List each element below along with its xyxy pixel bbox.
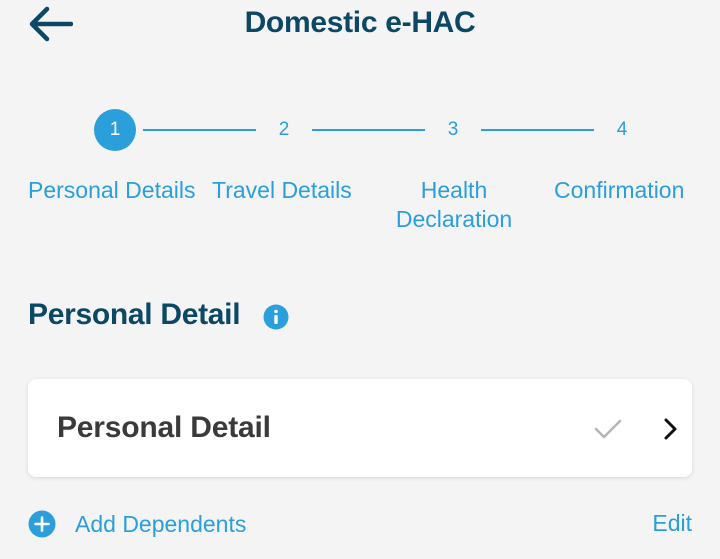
step-2-indicator[interactable]: 2 [263, 109, 305, 151]
step-4-indicator[interactable]: 4 [601, 109, 643, 151]
check-icon [594, 419, 622, 439]
info-icon[interactable] [263, 304, 289, 330]
step-4-label: Confirmation [554, 177, 685, 203]
chevron-right-icon [664, 418, 677, 440]
page-title: Domestic e-HAC [244, 6, 476, 39]
edit-link[interactable]: Edit [652, 510, 692, 537]
step-1-indicator[interactable]: 1 [94, 109, 136, 151]
step-3-indicator[interactable]: 3 [432, 109, 474, 151]
plus-circle-icon [28, 510, 56, 538]
step-2-label: Travel Details [212, 177, 352, 203]
section-title: Personal Detail [28, 298, 241, 331]
step-connector [312, 129, 425, 131]
personal-detail-card[interactable]: Personal Detail [28, 379, 692, 477]
step-connector [143, 129, 256, 131]
step-connector [481, 129, 594, 131]
progress-stepper: 1 2 3 4 Personal Details Travel Details … [0, 100, 720, 240]
step-1-label: Personal Details [28, 177, 196, 203]
add-dependents-label: Add Dependents [75, 510, 247, 537]
add-dependents-button[interactable]: Add Dependents [28, 508, 246, 540]
card-label: Personal Detail [57, 411, 271, 444]
app-header: Domestic e-HAC [0, 0, 720, 50]
step-3-label: Health Declaration [395, 177, 513, 232]
